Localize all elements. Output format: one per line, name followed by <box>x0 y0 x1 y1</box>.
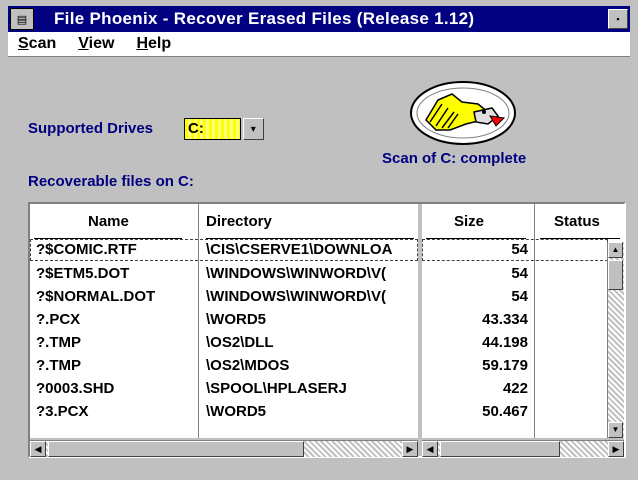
scroll-left-icon[interactable]: ◀ <box>30 441 46 457</box>
table-row[interactable]: ?0003.SHD \SPOOL\HPLASERJ <box>30 378 418 400</box>
cell-size: 54 <box>511 288 528 305</box>
table-row[interactable]: 422 <box>422 378 608 400</box>
column-header-size[interactable]: Size <box>454 204 484 238</box>
scroll-right-icon[interactable]: ▶ <box>402 441 418 457</box>
menu-view[interactable]: View <box>78 35 114 53</box>
supported-drives-label: Supported Drives <box>28 120 154 137</box>
file-table-left-pane: Name Directory ?$COMIC.RTF \CIS\CSERVE1\… <box>30 204 418 438</box>
scroll-up-icon[interactable]: ▲ <box>608 242 623 258</box>
minimize-icon[interactable]: ▪ <box>608 9 628 29</box>
drive-select-value[interactable]: C: <box>184 118 241 140</box>
table-row[interactable]: ?.TMP \OS2\MDOS <box>30 355 418 377</box>
table-row[interactable]: ?.PCX \WORD5 <box>30 309 418 331</box>
table-row[interactable]: 54 <box>422 263 608 285</box>
column-header-directory[interactable]: Directory <box>206 204 272 238</box>
cell-directory: \WORD5 <box>206 311 266 328</box>
menu-scan[interactable]: Scan <box>18 35 56 53</box>
cell-name: ?3.PCX <box>36 403 89 420</box>
scroll-right-icon[interactable]: ▶ <box>608 441 624 457</box>
cell-size: 422 <box>502 380 528 397</box>
app-window: ▤ File Phoenix - Recover Erased Files (R… <box>0 0 638 480</box>
cell-directory: \OS2\DLL <box>206 334 274 351</box>
cell-size: 54 <box>511 265 528 282</box>
table-row[interactable]: 54 <box>422 286 608 308</box>
cell-size: 50.467 <box>482 403 528 420</box>
table-row[interactable]: 54 <box>422 239 608 261</box>
cell-size: 59.179 <box>482 357 528 374</box>
cell-name: ?.TMP <box>36 334 81 351</box>
cell-name: ?0003.SHD <box>36 380 115 397</box>
column-header-status[interactable]: Status <box>554 204 600 238</box>
phoenix-logo-icon <box>410 81 516 145</box>
table-row[interactable]: ?3.PCX \WORD5 <box>30 401 418 423</box>
scroll-left-icon[interactable]: ◀ <box>422 441 438 457</box>
table-row[interactable]: ?$ETM5.DOT \WINDOWS\WINWORD\V( <box>30 263 418 285</box>
cell-directory: \WINDOWS\WINWORD\V( <box>206 288 386 305</box>
dropdown-arrow-icon[interactable]: ▾ <box>242 118 264 140</box>
table-row[interactable]: ?$NORMAL.DOT \WINDOWS\WINWORD\V( <box>30 286 418 308</box>
vertical-scrollbar[interactable]: ▲ ▼ <box>607 242 624 438</box>
file-table-right-pane: Size Status 54 54 54 43.334 44.198 59.17… <box>422 204 624 438</box>
table-row[interactable]: 59.179 <box>422 355 608 377</box>
table-row[interactable]: 43.334 <box>422 309 608 331</box>
drive-select[interactable]: C: ▾ <box>184 118 264 140</box>
cell-size: 44.198 <box>482 334 528 351</box>
scroll-down-icon[interactable]: ▼ <box>608 422 623 438</box>
cell-size: 43.334 <box>482 311 528 328</box>
horizontal-scrollbar-right[interactable]: ◀ ▶ <box>422 440 624 457</box>
table-row[interactable]: ?.TMP \OS2\DLL <box>30 332 418 354</box>
cell-name: ?$NORMAL.DOT <box>36 288 156 305</box>
cell-directory: \WORD5 <box>206 403 266 420</box>
cell-directory: \SPOOL\HPLASERJ <box>206 380 347 397</box>
window-title: File Phoenix - Recover Erased Files (Rel… <box>54 9 475 28</box>
cell-size: 54 <box>511 241 528 258</box>
cell-directory: \WINDOWS\WINWORD\V( <box>206 265 386 282</box>
system-menu-icon[interactable]: ▤ <box>10 8 34 30</box>
menu-help[interactable]: Help <box>136 35 171 53</box>
file-table: Name Directory ?$COMIC.RTF \CIS\CSERVE1\… <box>28 202 626 458</box>
cell-name: ?$ETM5.DOT <box>36 265 130 282</box>
table-row[interactable]: 44.198 <box>422 332 608 354</box>
cell-name: ?$COMIC.RTF <box>36 241 137 258</box>
cell-directory: \CIS\CSERVE1\DOWNLOA <box>206 241 393 258</box>
cell-name: ?.TMP <box>36 357 81 374</box>
scan-status: Scan of C: complete <box>382 150 527 167</box>
cell-directory: \OS2\MDOS <box>206 357 290 374</box>
title-bar[interactable]: ▤ File Phoenix - Recover Erased Files (R… <box>8 6 630 32</box>
menu-bar: Scan View Help <box>8 32 630 57</box>
horizontal-scrollbar-left[interactable]: ◀ ▶ <box>30 440 418 457</box>
horizontal-scroll-thumb[interactable] <box>48 441 304 457</box>
recoverable-files-label: Recoverable files on C: <box>28 173 194 190</box>
cell-name: ?.PCX <box>36 311 81 328</box>
vertical-scroll-thumb[interactable] <box>608 260 623 290</box>
table-row[interactable]: ?$COMIC.RTF \CIS\CSERVE1\DOWNLOA <box>30 239 418 261</box>
horizontal-scroll-thumb[interactable] <box>440 441 560 457</box>
table-row[interactable]: 50.467 <box>422 401 608 423</box>
column-header-name[interactable]: Name <box>88 204 129 238</box>
